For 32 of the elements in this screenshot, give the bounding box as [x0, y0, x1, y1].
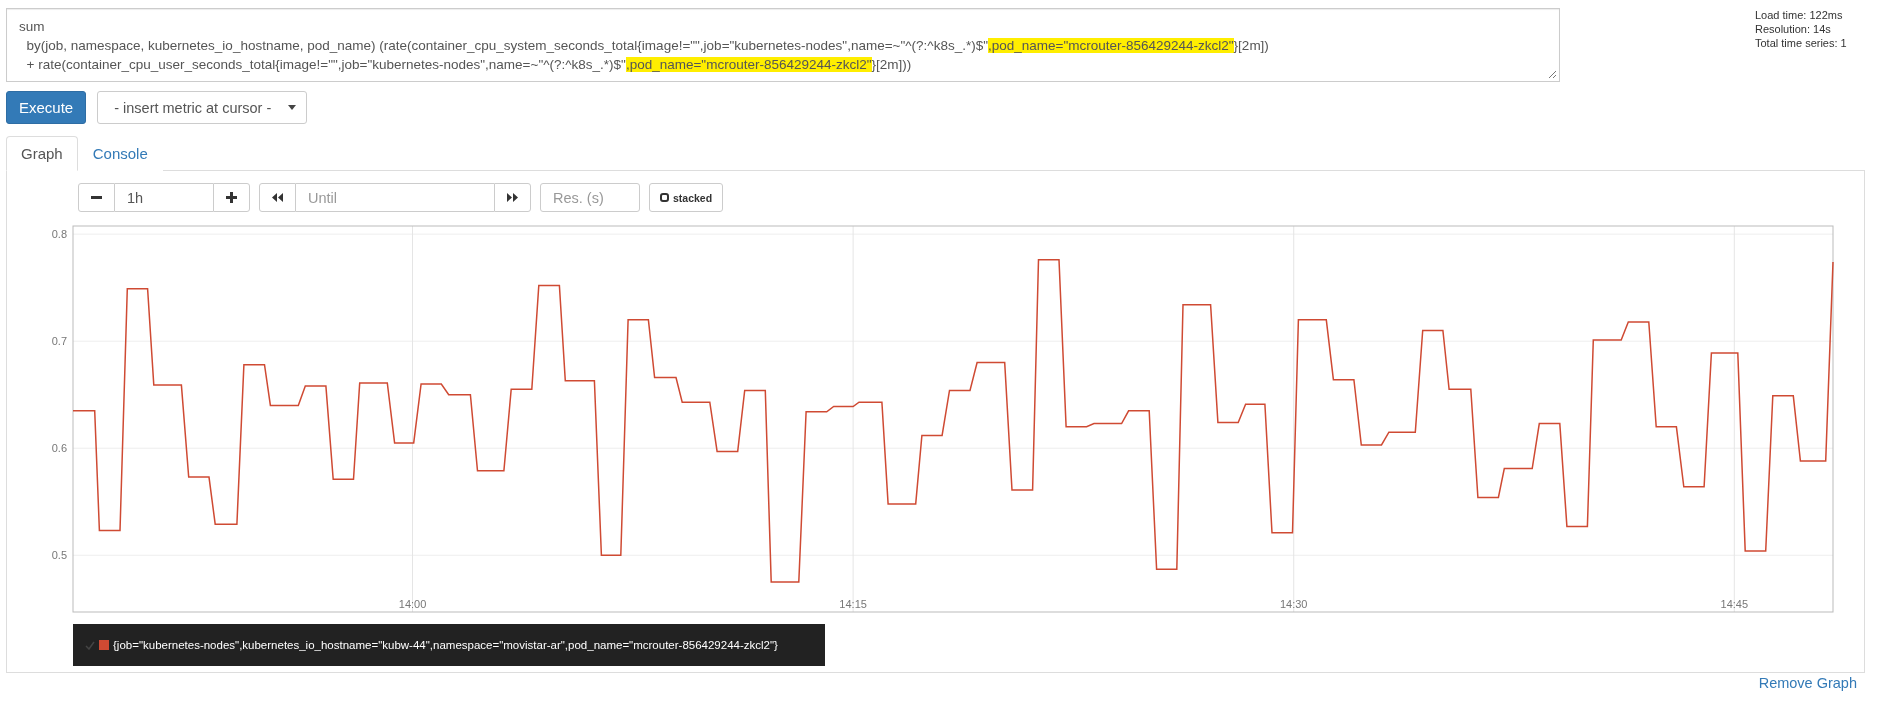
- resolution-input[interactable]: Res. (s): [540, 183, 640, 212]
- x-tick-label: 14:45: [1720, 598, 1749, 610]
- x-tick-label: 14:15: [839, 598, 867, 610]
- checkbox-icon: [660, 193, 669, 202]
- legend-label: {job="kubernetes-nodes",kubernetes_io_hostname="kubw-44",namespace="movistar-ar",pod_name="mcrouter-856429244-zkcl2"}: [113, 639, 778, 651]
- remove-graph-link[interactable]: Remove Graph: [1758, 675, 1857, 691]
- range-input[interactable]: 1h: [115, 183, 213, 212]
- y-tick-label: 0.7: [51, 335, 67, 348]
- check-icon[interactable]: [85, 640, 95, 650]
- tab[interactable]: Graph: [6, 136, 78, 171]
- resize-handle-icon[interactable]: [1548, 70, 1557, 79]
- plus-icon: [226, 192, 237, 203]
- execute-button[interactable]: Execute: [6, 91, 87, 124]
- grow-range-button[interactable]: [213, 183, 250, 212]
- back-button[interactable]: [259, 183, 296, 212]
- forward-button[interactable]: [494, 183, 531, 212]
- until-input[interactable]: Until: [296, 183, 494, 212]
- rewind-icon: [272, 193, 283, 202]
- y-tick-label: 0.5: [51, 549, 67, 562]
- stat-text: Resolution: 14s: [1755, 22, 1832, 36]
- stacked-toggle[interactable]: stacked: [649, 183, 724, 212]
- stat-text: Load time: 122ms: [1755, 8, 1844, 22]
- x-tick-label: 14:30: [1279, 598, 1308, 610]
- x-tick-label: 14:00: [398, 598, 427, 610]
- y-tick-label: 0.8: [51, 228, 67, 241]
- caret-icon: [288, 105, 297, 110]
- metric-select[interactable]: - insert metric at cursor -: [97, 91, 308, 124]
- shrink-range-button[interactable]: [78, 183, 115, 212]
- stat-text: Total time series: 1: [1755, 36, 1848, 50]
- fast-forward-icon: [507, 193, 518, 202]
- y-tick-label: 0.6: [51, 442, 67, 455]
- minus-icon: [91, 196, 102, 199]
